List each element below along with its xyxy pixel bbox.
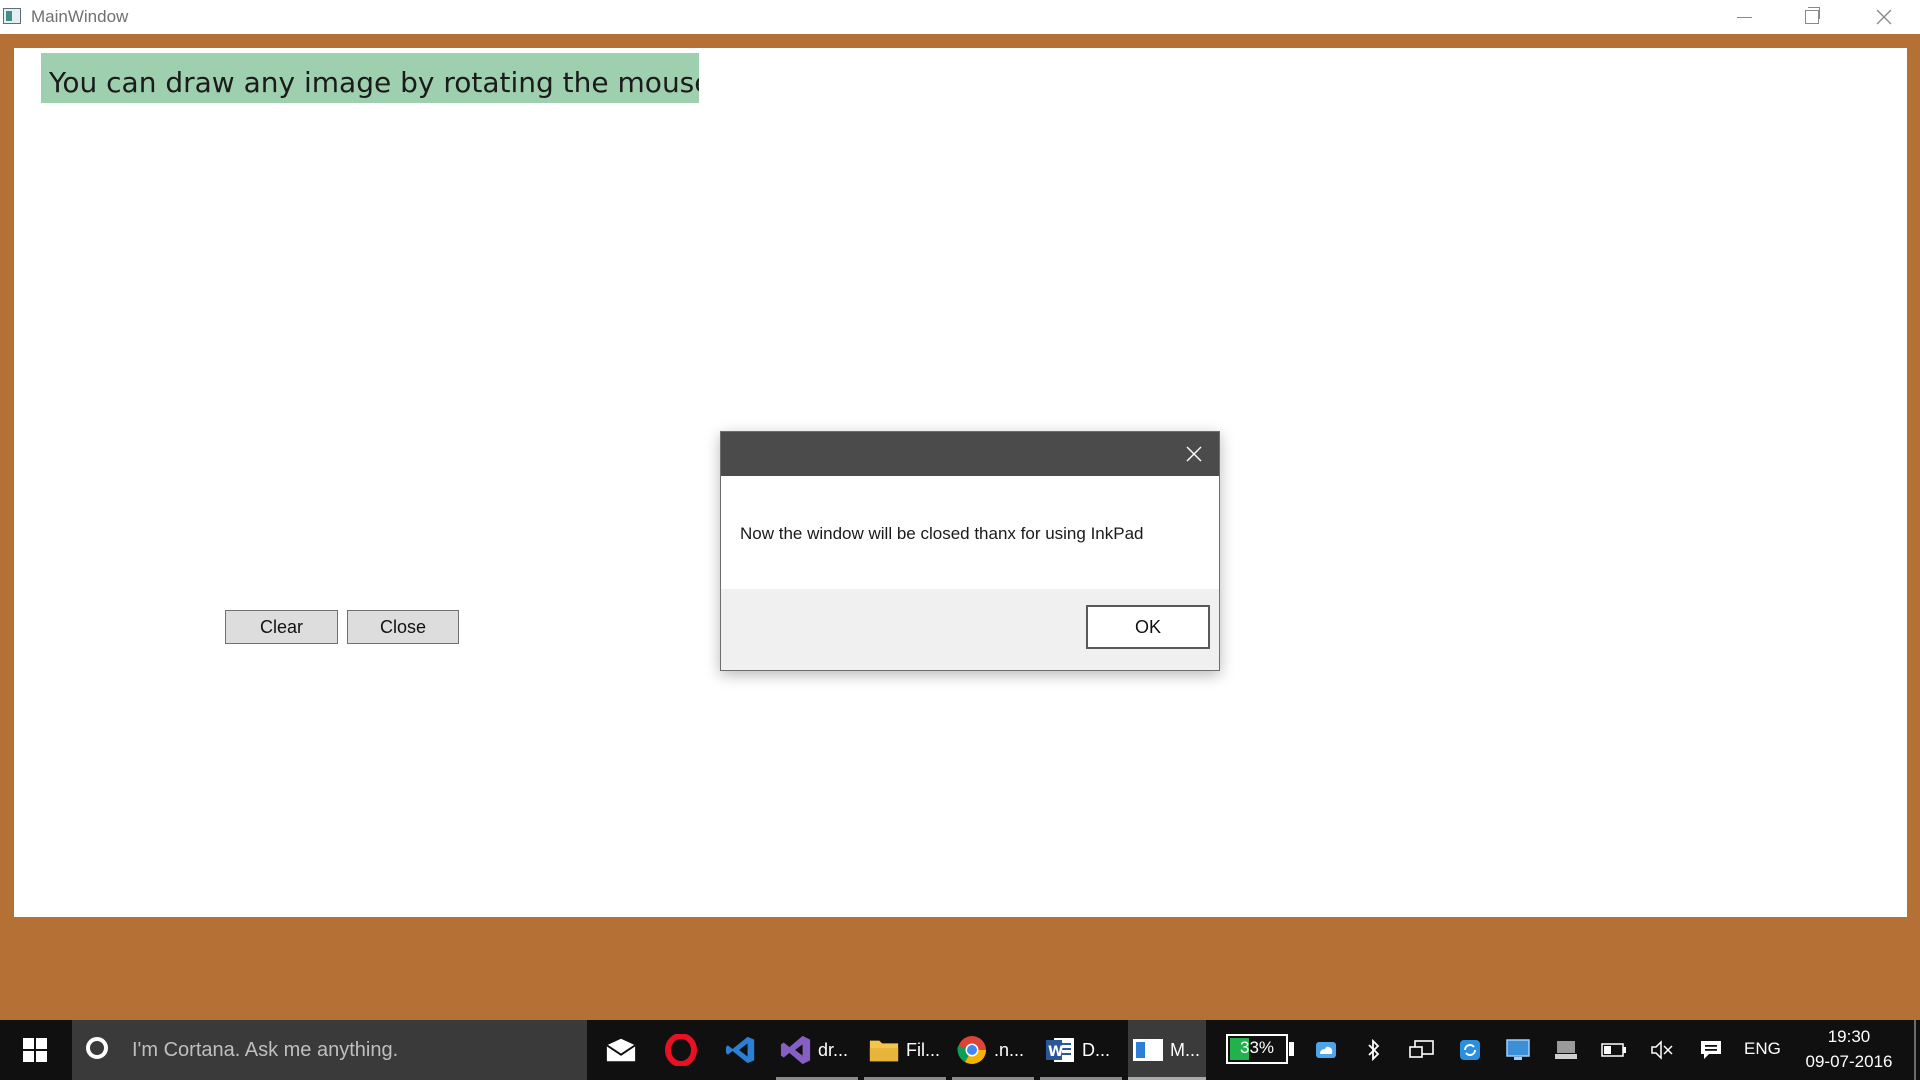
taskbar: I'm Cortana. Ask me anything. dr... Fil.… xyxy=(0,1020,1920,1080)
power-tray[interactable] xyxy=(1595,1020,1633,1080)
network-tray[interactable] xyxy=(1403,1020,1441,1080)
display-tray[interactable] xyxy=(1499,1020,1537,1080)
dialog-message: Now the window will be closed thanx for … xyxy=(740,524,1144,543)
svg-text:W: W xyxy=(1048,1044,1063,1060)
sync-icon xyxy=(1460,1040,1480,1060)
word-icon: W xyxy=(1046,1038,1074,1062)
ok-button[interactable]: OK xyxy=(1086,605,1210,649)
close-button[interactable]: Close xyxy=(347,610,459,644)
battery-meter[interactable]: 33% xyxy=(1226,1034,1288,1064)
start-button[interactable] xyxy=(0,1020,70,1080)
clock[interactable]: 19:30 09-07-2016 xyxy=(1790,1024,1908,1074)
storage-tray[interactable] xyxy=(1547,1020,1585,1080)
taskbar-app-word[interactable]: W D... xyxy=(1040,1020,1122,1080)
windows-logo-icon xyxy=(23,1038,47,1062)
close-icon xyxy=(1876,9,1892,25)
drive-icon xyxy=(1555,1041,1577,1059)
search-placeholder: I'm Cortana. Ask me anything. xyxy=(132,1039,399,1061)
taskbar-app-mail[interactable] xyxy=(594,1020,648,1080)
window-app-icon xyxy=(1133,1039,1163,1061)
taskbar-app-label: D... xyxy=(1082,1039,1111,1060)
battery-nub xyxy=(1289,1042,1294,1056)
maximize-button[interactable] xyxy=(1778,0,1846,34)
sync-tray[interactable] xyxy=(1451,1020,1489,1080)
cortana-icon xyxy=(86,1037,108,1059)
clock-date: 09-07-2016 xyxy=(1805,1052,1893,1071)
minimize-button[interactable] xyxy=(1710,0,1778,34)
onedrive-tray[interactable] xyxy=(1307,1020,1345,1080)
window-title: MainWindow xyxy=(31,7,129,26)
action-center-tray[interactable] xyxy=(1692,1020,1730,1080)
vscode-icon xyxy=(725,1036,755,1064)
taskbar-app-opera[interactable] xyxy=(654,1020,708,1080)
volume-muted-icon xyxy=(1651,1040,1673,1060)
taskbar-app-chrome[interactable]: .n... xyxy=(952,1020,1034,1080)
taskbar-app-label: dr... xyxy=(818,1039,849,1060)
bluetooth-tray[interactable] xyxy=(1355,1020,1393,1080)
onedrive-icon xyxy=(1316,1042,1336,1058)
battery-icon xyxy=(1601,1043,1626,1057)
message-dialog: Now the window will be closed thanx for … xyxy=(720,431,1220,671)
network-icon xyxy=(1409,1040,1434,1058)
dialog-titlebar xyxy=(721,432,1219,476)
display-settings-icon xyxy=(1506,1039,1530,1060)
volume-tray[interactable] xyxy=(1643,1020,1681,1080)
chrome-icon xyxy=(957,1036,986,1064)
folder-icon xyxy=(869,1040,899,1062)
taskbar-app-vscode[interactable] xyxy=(714,1020,768,1080)
taskbar-app-label: .n... xyxy=(994,1039,1025,1060)
taskbar-app-mainwindow[interactable]: M... xyxy=(1128,1020,1206,1080)
mail-icon xyxy=(606,1038,636,1062)
taskbar-app-visual-studio[interactable]: dr... xyxy=(776,1020,858,1080)
restore-icon xyxy=(1805,7,1820,24)
dialog-close-button[interactable] xyxy=(1169,432,1219,476)
taskbar-app-label: M... xyxy=(1170,1039,1200,1060)
clear-button[interactable]: Clear xyxy=(225,610,338,644)
close-icon xyxy=(1186,446,1202,462)
notifications-icon xyxy=(1701,1041,1721,1059)
show-desktop-button[interactable] xyxy=(1914,1020,1916,1080)
input-language[interactable]: ENG xyxy=(1744,1039,1781,1059)
close-window-button[interactable] xyxy=(1850,0,1918,34)
instruction-banner: You can draw any image by rotating the m… xyxy=(41,53,699,103)
visual-studio-icon xyxy=(780,1035,811,1065)
opera-icon xyxy=(665,1034,697,1066)
cortana-search-box[interactable]: I'm Cortana. Ask me anything. xyxy=(72,1020,587,1080)
clock-time: 19:30 xyxy=(1827,1027,1871,1046)
taskbar-app-file-explorer[interactable]: Fil... xyxy=(864,1020,946,1080)
window-titlebar: MainWindow xyxy=(0,0,1920,34)
battery-percent: 33% xyxy=(1239,1038,1275,1057)
bluetooth-icon xyxy=(1368,1039,1380,1061)
taskbar-app-label: Fil... xyxy=(906,1039,940,1060)
minimize-icon xyxy=(1736,16,1752,18)
app-icon xyxy=(3,8,21,24)
